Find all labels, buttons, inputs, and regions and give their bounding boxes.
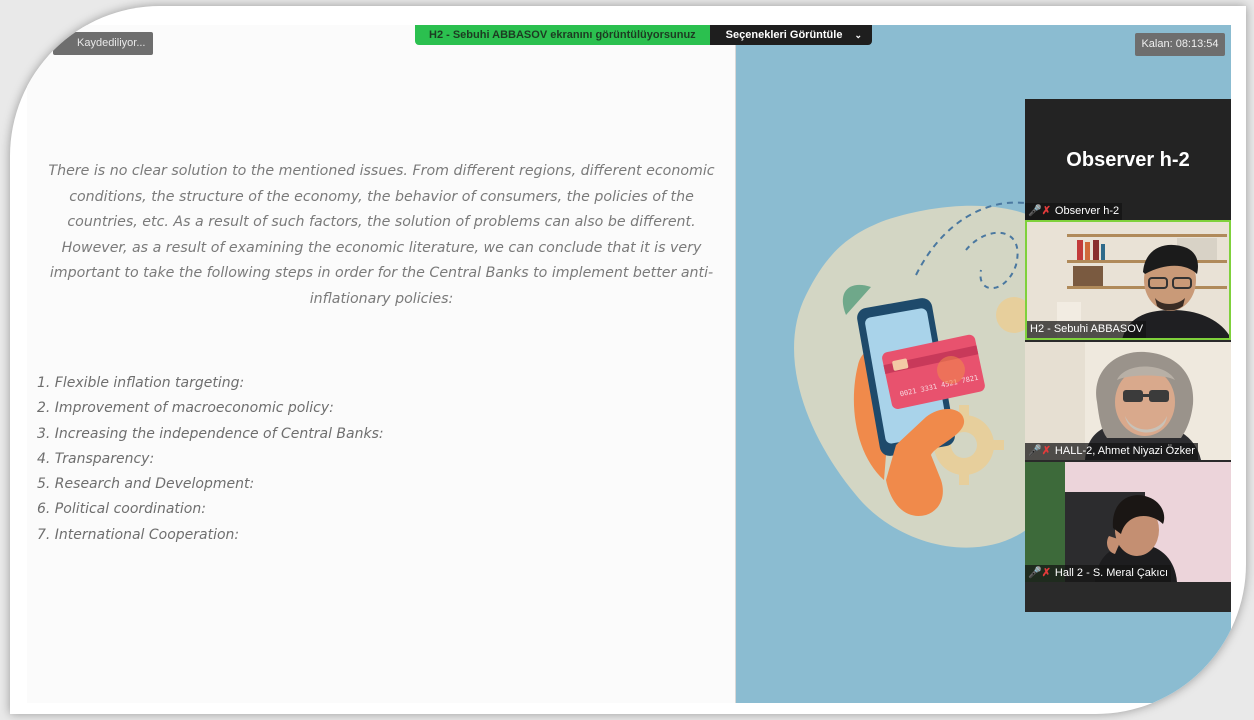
participant-name-tag: 🎤✗ HALL-2, Ahmet Niyazi Özker <box>1025 443 1198 460</box>
recording-label: Kaydediliyor... <box>77 37 146 49</box>
list-item: 5. Research and Development: <box>37 476 255 493</box>
participant-name: Hall 2 - S. Meral Çakıcı <box>1054 567 1169 579</box>
participant-name-tag: 🎤✗ Hall 2 - S. Meral Çakıcı <box>1025 565 1172 582</box>
chevron-down-icon: ⌄ <box>854 30 862 40</box>
participant-name: HALL-2, Ahmet Niyazi Özker <box>1054 445 1195 457</box>
recording-indicator[interactable]: Kaydediliyor... <box>53 32 153 55</box>
shared-screen: There is no clear solution to the mentio… <box>27 25 1231 703</box>
time-remaining-badge: Kalan: 08:13:54 <box>1135 33 1225 56</box>
list-item: 4. Transparency: <box>37 450 155 467</box>
mic-muted-icon: 🎤✗ <box>1028 205 1051 217</box>
participant-display-name: Observer h-2 <box>1066 149 1190 171</box>
participant-tile[interactable]: Observer h-2 🎤✗ Observer h-2 <box>1025 99 1231 220</box>
presentation-slide: There is no clear solution to the mentio… <box>27 25 736 703</box>
share-banner-text: H2 - Sebuhi ABBASOV ekranını görüntülüyo… <box>415 25 710 45</box>
list-item: 1. Flexible inflation targeting: <box>37 375 245 391</box>
participant-video <box>1025 462 1231 582</box>
participant-gallery: Observer h-2 🎤✗ Observer h-2 H2 - Sebuhi… <box>1025 99 1231 612</box>
list-item: 2. Improvement of macroeconomic policy: <box>37 400 334 417</box>
participant-name: Observer h-2 <box>1054 205 1120 217</box>
timer-label: Kalan: 08:13:54 <box>1141 38 1219 50</box>
participant-tile[interactable]: 🎤✗ HALL-2, Ahmet Niyazi Özker <box>1025 342 1231 460</box>
participant-tile[interactable]: H2 - Sebuhi ABBASOV <box>1025 220 1231 340</box>
list-item: 7. International Cooperation: <box>37 526 240 543</box>
view-options-label: Seçenekleri Görüntüle <box>725 29 843 41</box>
participant-name-tag: 🎤✗ Observer h-2 <box>1025 203 1123 220</box>
list-item: 3. Increasing the independence of Centra… <box>37 425 384 442</box>
screen-share-banner: H2 - Sebuhi ABBASOV ekranını görüntülüyo… <box>415 25 872 45</box>
window-frame: There is no clear solution to the mentio… <box>10 6 1246 714</box>
mic-muted-icon: 🎤✗ <box>1028 567 1051 579</box>
participant-name: H2 - Sebuhi ABBASOV <box>1030 323 1144 335</box>
list-item: 6. Political coordination: <box>37 501 206 518</box>
mic-muted-icon: 🎤✗ <box>1028 445 1051 457</box>
participant-name-tag: H2 - Sebuhi ABBASOV <box>1027 321 1147 338</box>
participant-tile[interactable]: 🎤✗ Hall 2 - S. Meral Çakıcı <box>1025 462 1231 582</box>
steps-list: 1. Flexible inflation targeting: 2. Impr… <box>37 371 384 548</box>
slide-paragraph: There is no clear solution to the mentio… <box>48 163 715 307</box>
view-options-button[interactable]: Seçenekleri Görüntüle ⌄ <box>709 25 872 45</box>
